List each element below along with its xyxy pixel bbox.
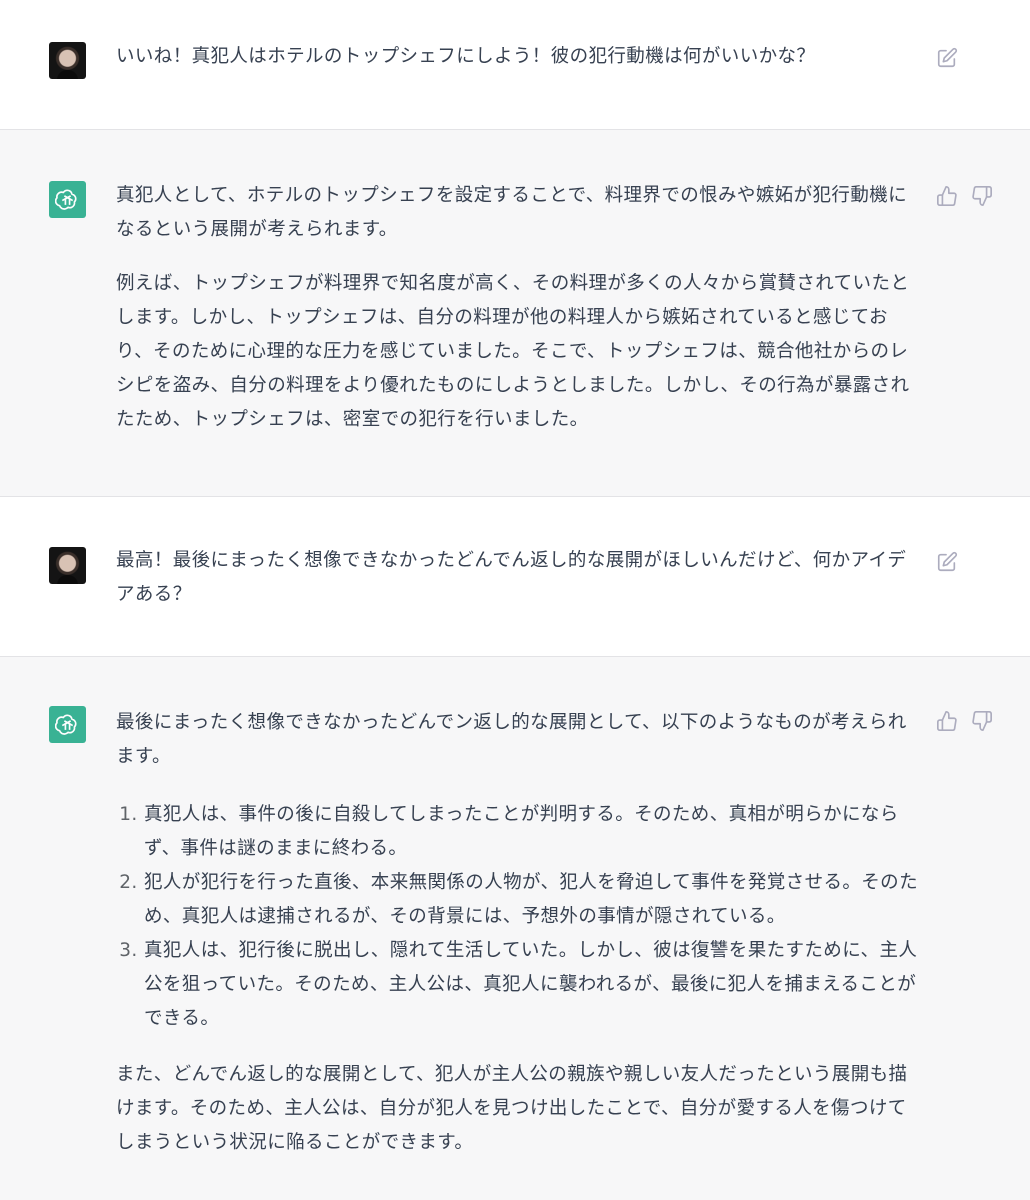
message-paragraph: いいね！真犯人はホテルのトップシェフにしよう！彼の犯行動機は何がいいかな？ <box>116 46 816 67</box>
idea-list: 真犯人は、事件の後に自殺してしまったことが判明する。そのため、真相が明らかになら… <box>116 798 922 1036</box>
edit-button[interactable] <box>936 47 958 69</box>
user-message-text: 最高！最後にまったく想像できなかったどんでん返し的な展開がほしいんだけど、何かア… <box>116 544 922 612</box>
edit-icon <box>937 551 958 572</box>
thumbs-down-icon <box>972 186 992 206</box>
user-message: いいね！真犯人はホテルのトップシェフにしよう！彼の犯行動機は何がいいかな？ <box>0 0 1030 129</box>
thumbs-down-button[interactable] <box>971 185 993 207</box>
assistant-avatar <box>49 706 86 743</box>
user-message: 最高！最後にまったく想像できなかったどんでん返し的な展開がほしいんだけど、何かア… <box>0 496 1030 656</box>
list-item: 真犯人は、犯行後に脱出し、隠れて生活していた。しかし、彼は復讐を果たすために、主… <box>144 934 922 1036</box>
thumbs-up-button[interactable] <box>936 185 958 207</box>
assistant-message: 真犯人として、ホテルのトップシェフを設定することで、料理界での恨みや嫉妬が犯行動… <box>0 129 1030 496</box>
list-item: 真犯人は、事件の後に自殺してしまったことが判明する。そのため、真相が明らかになら… <box>144 798 922 866</box>
assistant-message-text: 最後にまったく想像できなかったどんでン返し的な展開として、以下のようなものが考え… <box>116 706 922 1160</box>
message-intro: 最後にまったく想像できなかったどんでン返し的な展開として、以下のようなものが考え… <box>116 712 907 767</box>
openai-logo-icon <box>55 714 77 735</box>
message-paragraph: 最高！最後にまったく想像できなかったどんでん返し的な展開がほしいんだけど、何かア… <box>116 550 907 605</box>
user-avatar <box>49 42 86 79</box>
chat-thread: いいね！真犯人はホテルのトップシェフにしよう！彼の犯行動機は何がいいかな？ 真犯… <box>0 0 1030 1200</box>
openai-logo-icon <box>55 189 77 210</box>
edit-button[interactable] <box>936 551 958 573</box>
assistant-avatar <box>49 181 86 218</box>
assistant-message: 最後にまったく想像できなかったどんでン返し的な展開として、以下のようなものが考え… <box>0 656 1030 1200</box>
message-paragraph: 真犯人として、ホテルのトップシェフを設定することで、料理界での恨みや嫉妬が犯行動… <box>116 185 908 240</box>
user-message-text: いいね！真犯人はホテルのトップシェフにしよう！彼の犯行動機は何がいいかな？ <box>116 40 922 74</box>
thumbs-down-icon <box>972 711 992 731</box>
assistant-message-text: 真犯人として、ホテルのトップシェフを設定することで、料理界での恨みや嫉妬が犯行動… <box>116 179 922 437</box>
message-paragraph: 例えば、トップシェフが料理界で知名度が高く、その料理が多くの人々から賞賛されてい… <box>116 273 910 430</box>
thumbs-up-icon <box>937 186 957 206</box>
list-item: 犯人が犯行を行った直後、本来無関係の人物が、犯人を脅迫して事件を発覚させる。その… <box>144 866 922 934</box>
edit-icon <box>937 47 958 68</box>
message-outro: また、どんでん返し的な展開として、犯人が主人公の親族や親しい友人だったという展開… <box>116 1064 908 1153</box>
user-avatar <box>49 547 86 584</box>
thumbs-up-button[interactable] <box>936 710 958 732</box>
thumbs-up-icon <box>937 711 957 731</box>
thumbs-down-button[interactable] <box>971 710 993 732</box>
